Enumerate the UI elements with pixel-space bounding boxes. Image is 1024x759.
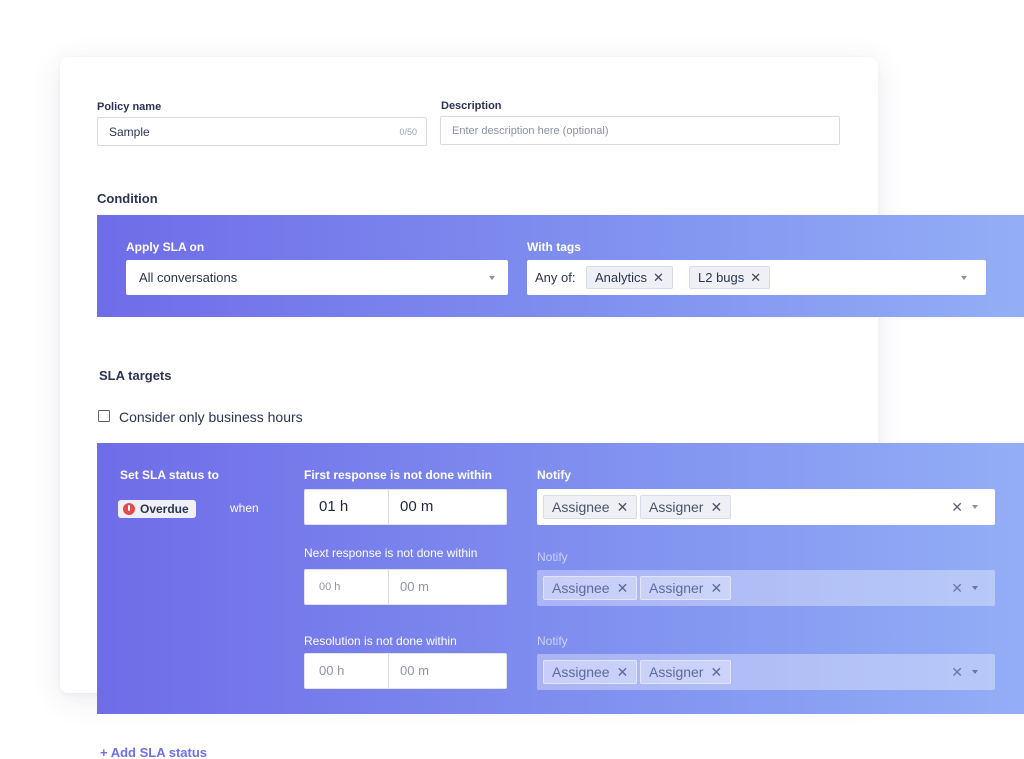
chevron-down-icon [961, 276, 967, 280]
notify-chip: Assigner ✕ [640, 576, 732, 600]
condition-title: Condition [97, 191, 158, 206]
notify-select[interactable]: Assignee ✕ Assigner ✕ ✕ [537, 489, 995, 525]
tag-chip: L2 bugs ✕ [689, 266, 771, 289]
close-icon[interactable]: ✕ [750, 270, 761, 285]
condition-panel: Apply SLA on All conversations With tags… [97, 215, 1024, 317]
sla-targets-title: SLA targets [99, 368, 172, 383]
close-icon[interactable]: ✕ [710, 664, 722, 680]
add-sla-status-link[interactable]: + Add SLA status [100, 745, 207, 759]
notify-label: Notify [537, 468, 571, 482]
minutes-input[interactable]: 00 m [400, 570, 429, 604]
tags-select[interactable]: Any of: Analytics ✕ L2 bugs ✕ [527, 260, 986, 295]
hours-input[interactable]: 00 h [319, 654, 344, 688]
with-tags-label: With tags [527, 240, 581, 254]
description-placeholder: Enter description here (optional) [452, 125, 609, 137]
minutes-input[interactable]: 00 m [400, 490, 433, 524]
resolution-time: 00 h 00 m [304, 653, 507, 689]
minutes-input[interactable]: 00 m [400, 654, 429, 688]
notify-chip: Assignee ✕ [543, 576, 638, 600]
notify-chip-label: Assignee [552, 580, 610, 596]
notify-chip: Assigner ✕ [640, 495, 732, 519]
notify-chip: Assignee ✕ [543, 660, 638, 684]
policy-name-input[interactable]: Sample 0/50 [97, 117, 427, 146]
close-icon[interactable]: ✕ [653, 270, 664, 285]
hours-input[interactable]: 01 h [319, 490, 348, 524]
description-label: Description [441, 100, 502, 112]
business-hours-checkbox[interactable] [98, 410, 110, 422]
when-label: when [230, 501, 259, 515]
notify-chip-label: Assigner [649, 580, 704, 596]
first-response-time: 01 h 00 m [304, 489, 507, 525]
tag-chip-label: Analytics [595, 270, 648, 285]
close-icon[interactable]: ✕ [617, 580, 629, 596]
clear-icon[interactable]: ✕ [951, 580, 963, 597]
close-icon[interactable]: ✕ [710, 499, 722, 515]
status-badge[interactable]: Overdue [118, 500, 196, 518]
tags-prefix: Any of: [535, 270, 576, 285]
description-input[interactable]: Enter description here (optional) [440, 116, 840, 145]
notify-chip-label: Assignee [552, 499, 610, 515]
clear-icon[interactable]: ✕ [951, 664, 963, 681]
hours-input[interactable]: 00 h [319, 570, 340, 604]
policy-name-label: Policy name [97, 101, 162, 113]
chevron-down-icon [972, 670, 978, 674]
notify-label: Notify [537, 550, 568, 564]
status-badge-label: Overdue [140, 502, 189, 516]
notify-chip: Assigner ✕ [640, 660, 732, 684]
first-response-label: First response is not done within [304, 468, 493, 482]
resolution-label: Resolution is not done within [304, 634, 457, 648]
chevron-down-icon [972, 586, 978, 590]
policy-name-counter: 0/50 [399, 127, 417, 137]
notify-label: Notify [537, 634, 568, 648]
apply-sla-value: All conversations [139, 270, 238, 285]
notify-select[interactable]: Assignee ✕ Assigner ✕ ✕ [537, 570, 995, 606]
tag-chip: Analytics ✕ [586, 266, 673, 289]
notify-chip-label: Assigner [649, 664, 704, 680]
notify-select[interactable]: Assignee ✕ Assigner ✕ ✕ [537, 654, 995, 690]
policy-name-value: Sample [109, 125, 150, 139]
business-hours-label: Consider only business hours [119, 409, 303, 425]
apply-sla-select[interactable]: All conversations [126, 260, 508, 295]
notify-chip-label: Assigner [649, 499, 704, 515]
close-icon[interactable]: ✕ [617, 499, 629, 515]
next-response-label: Next response is not done within [304, 546, 478, 560]
apply-sla-label: Apply SLA on [126, 240, 205, 254]
next-response-time: 00 h 00 m [304, 569, 507, 605]
close-icon[interactable]: ✕ [617, 664, 629, 680]
set-sla-status-label: Set SLA status to [120, 468, 219, 482]
tag-chip-label: L2 bugs [698, 270, 745, 285]
chevron-down-icon [489, 276, 495, 280]
notify-chip-label: Assignee [552, 664, 610, 680]
chevron-down-icon [972, 505, 978, 509]
close-icon[interactable]: ✕ [710, 580, 722, 596]
notify-chip: Assignee ✕ [543, 495, 638, 519]
alert-circle-icon [123, 503, 135, 515]
clear-icon[interactable]: ✕ [951, 499, 963, 516]
